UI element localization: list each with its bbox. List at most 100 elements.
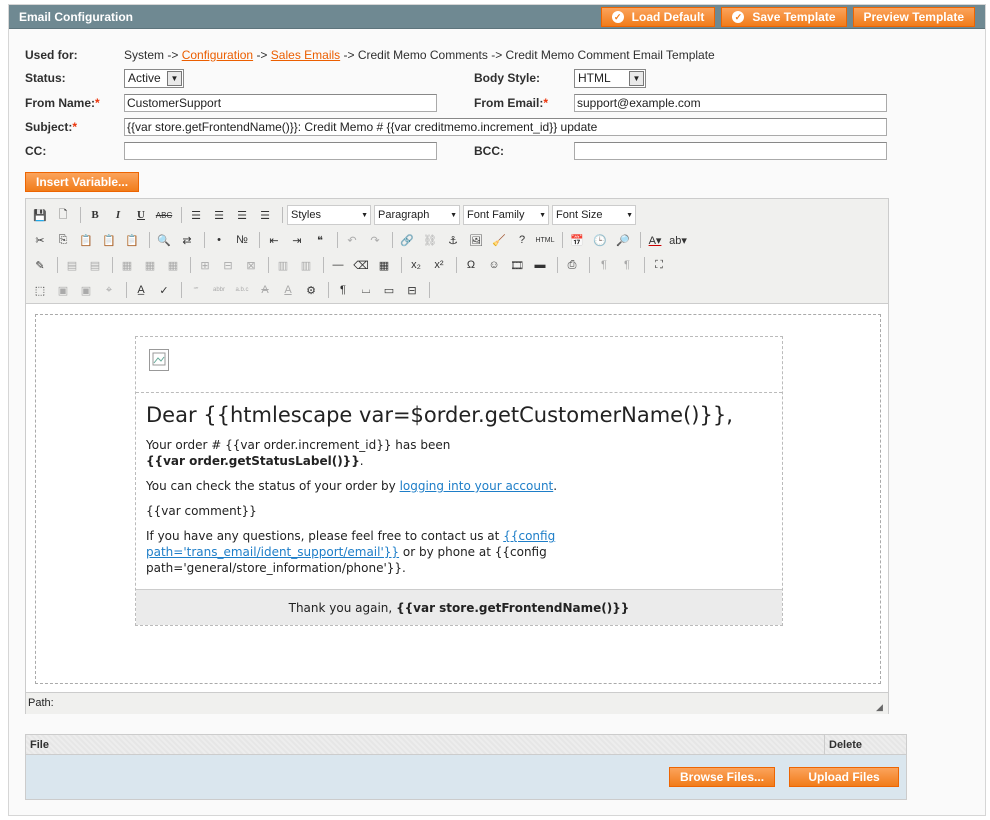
edit-css-icon[interactable]: ✎ — [30, 255, 50, 275]
used-for-label: Used for: — [25, 48, 78, 62]
strikethrough-button[interactable]: ABC — [154, 205, 174, 225]
cell-props-icon[interactable]: ▥ — [296, 255, 316, 275]
col-after-icon[interactable]: ▦ — [163, 255, 183, 275]
font-family-select[interactable]: Font Family ▼ — [463, 205, 549, 225]
save-template-button[interactable]: ✓ Save Template — [721, 6, 847, 27]
media-icon[interactable]: 🎞 — [507, 255, 527, 275]
preview-template-button[interactable]: Preview Template — [852, 6, 975, 27]
body-style-select[interactable]: HTML ▼ — [574, 69, 646, 88]
paste-word-icon[interactable]: 📋 — [122, 230, 142, 250]
styles-select[interactable]: Styles ▼ — [287, 205, 371, 225]
highlight-color-icon[interactable]: ab▾ — [668, 230, 688, 250]
insert-layer-icon[interactable]: ⬚ — [30, 280, 50, 300]
cc-input[interactable] — [124, 142, 437, 160]
print-icon[interactable]: ⎙ — [562, 255, 582, 275]
from-email-input[interactable]: support@example.com — [574, 94, 887, 112]
delete-row-icon[interactable]: ▦ — [117, 255, 137, 275]
link-icon[interactable]: 🔗 — [397, 230, 417, 250]
new-document-icon[interactable]: 🗋 — [53, 205, 73, 225]
paste-icon[interactable]: 📋 — [76, 230, 96, 250]
login-account-link[interactable]: logging into your account — [400, 479, 554, 493]
align-right-icon[interactable]: ☰ — [232, 205, 252, 225]
replace-icon[interactable]: ⇄ — [177, 230, 197, 250]
merge-cells-icon[interactable]: ⊟ — [218, 255, 238, 275]
preview-icon[interactable]: 🔎 — [613, 230, 633, 250]
help-icon[interactable]: ? — [512, 230, 532, 250]
toolbar-row-4: ⬚ ▣ ▣ ⌖ A̲ ✓ “” abbr a.b.c A A ⚙ ¶ ⌴ ▭ ⊟ — [30, 278, 434, 302]
undo-icon[interactable]: ↶ — [342, 230, 362, 250]
from-name-input[interactable]: CustomerSupport — [124, 94, 437, 112]
outdent-icon[interactable]: ⇤ — [264, 230, 284, 250]
remove-format-icon[interactable]: ⌫ — [351, 255, 371, 275]
italic-button[interactable]: I — [108, 205, 128, 225]
image-icon[interactable]: 🖼 — [466, 230, 486, 250]
table-icon[interactable]: ▦ — [374, 255, 394, 275]
unlink-icon[interactable]: ⛓ — [420, 230, 440, 250]
insert-variable-button[interactable]: Insert Variable... — [25, 172, 140, 192]
subscript-icon[interactable]: x₂ — [406, 255, 426, 275]
table-row-before-icon[interactable]: ▤ — [62, 255, 82, 275]
html-source-button[interactable]: HTML — [535, 230, 555, 250]
find-icon[interactable]: 🔍 — [154, 230, 174, 250]
ins-icon[interactable]: A — [278, 280, 298, 300]
split-cells-icon[interactable]: ⊞ — [195, 255, 215, 275]
configuration-link[interactable]: Configuration — [182, 48, 253, 62]
paragraph-select[interactable]: Paragraph ▼ — [374, 205, 460, 225]
bold-button[interactable]: B — [85, 205, 105, 225]
font-size-select[interactable]: Font Size ▼ — [552, 205, 636, 225]
del-icon[interactable]: A — [255, 280, 275, 300]
indent-icon[interactable]: ⇥ — [287, 230, 307, 250]
align-justify-icon[interactable]: ☰ — [255, 205, 275, 225]
row-props-icon[interactable]: ▥ — [273, 255, 293, 275]
table-row-after-icon[interactable]: ▤ — [85, 255, 105, 275]
cut-icon[interactable]: ✂ — [30, 230, 50, 250]
redo-icon[interactable]: ↷ — [365, 230, 385, 250]
fullscreen-icon[interactable]: ⛶ — [649, 255, 669, 275]
save-icon[interactable]: 💾 — [30, 205, 50, 225]
cite-icon[interactable]: “” — [186, 280, 206, 300]
upload-files-button[interactable]: Upload Files — [789, 767, 899, 787]
emoticon-icon[interactable]: ☺ — [484, 255, 504, 275]
horizontal-rule-icon[interactable]: — — [328, 255, 348, 275]
numbered-list-icon[interactable]: № — [232, 230, 252, 250]
sales-emails-link[interactable]: Sales Emails — [271, 48, 340, 62]
abbr-icon[interactable]: abbr — [209, 280, 229, 300]
text-color-icon[interactable]: A▾ — [645, 230, 665, 250]
absolute-icon[interactable]: ⌖ — [99, 280, 119, 300]
insert-time-icon[interactable]: 🕒 — [590, 230, 610, 250]
ltr-icon[interactable]: ¶ — [594, 255, 614, 275]
underline-button[interactable]: U — [131, 205, 151, 225]
styleprops-icon[interactable]: A̲ — [131, 280, 151, 300]
blockquote-icon[interactable]: ❝ — [310, 230, 330, 250]
move-backward-icon[interactable]: ▣ — [76, 280, 96, 300]
special-char-icon[interactable]: Ω — [461, 255, 481, 275]
spellcheck-icon[interactable]: ✓ — [154, 280, 174, 300]
cleanup-icon[interactable]: 🧹 — [489, 230, 509, 250]
acronym-icon[interactable]: a.b.c — [232, 280, 252, 300]
move-forward-icon[interactable]: ▣ — [53, 280, 73, 300]
browse-files-button[interactable]: Browse Files... — [669, 767, 776, 787]
superscript-icon[interactable]: x² — [429, 255, 449, 275]
copy-icon[interactable]: ⎘ — [53, 230, 73, 250]
load-default-button[interactable]: ✓ Load Default — [600, 6, 716, 27]
bcc-input[interactable] — [574, 142, 887, 160]
align-center-icon[interactable]: ☰ — [209, 205, 229, 225]
resize-handle-icon[interactable]: ◢ — [876, 702, 886, 712]
subject-input[interactable]: {{var store.getFrontendName()}}: Credit … — [124, 118, 887, 136]
status-select[interactable]: Active ▼ — [124, 69, 184, 88]
rtl-icon[interactable]: ¶ — [617, 255, 637, 275]
paste-text-icon[interactable]: 📋 — [99, 230, 119, 250]
attribs-icon[interactable]: ⚙ — [301, 280, 321, 300]
insert-hr-icon[interactable]: ▬ — [530, 255, 550, 275]
align-left-icon[interactable]: ☰ — [186, 205, 206, 225]
insert-date-icon[interactable]: 📅 — [567, 230, 587, 250]
bullet-list-icon[interactable]: • — [209, 230, 229, 250]
editor-content-area[interactable]: Dear {{htmlescape var=$order.getCustomer… — [26, 303, 888, 692]
nonbreaking-icon[interactable]: ⌴ — [356, 280, 376, 300]
col-before-icon[interactable]: ▦ — [140, 255, 160, 275]
visual-chars-icon[interactable]: ¶ — [333, 280, 353, 300]
pagebreak-icon[interactable]: ⊟ — [402, 280, 422, 300]
template-icon[interactable]: ▭ — [379, 280, 399, 300]
anchor-icon[interactable]: ⚓ — [443, 230, 463, 250]
delete-col-icon[interactable]: ⊠ — [241, 255, 261, 275]
